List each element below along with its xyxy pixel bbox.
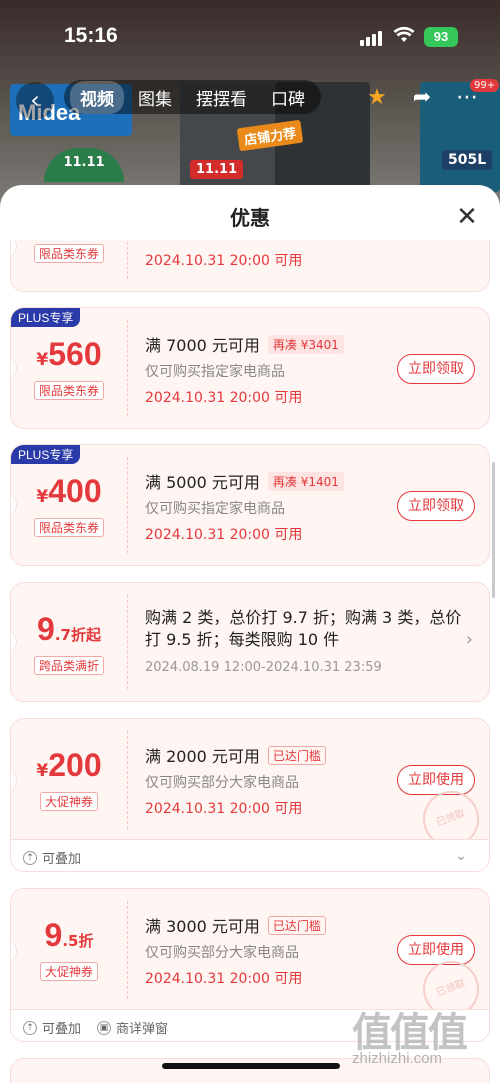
coupon-date: 2024.10.31 20:00 可用 [145, 801, 303, 817]
coupon-tag: 再凑 ¥1401 [267, 471, 344, 491]
coupon-card: PLUS专享 ¥560 限品类东券 满 7000 元可用 再凑 ¥3401 仅可购… [10, 307, 490, 429]
threshold-reached-tag: 已达门槛 [267, 915, 326, 935]
chevron-down-icon[interactable]: ⌄ [455, 848, 467, 864]
coupon-date: 2024.10.31 20:00 可用 [145, 527, 303, 543]
discount-rate: 9.7折起 [37, 611, 101, 647]
chevron-right-icon: › [465, 629, 473, 650]
share-icon[interactable]: ➦ [407, 83, 437, 113]
coupon-title: 满 3000 元可用 已达门槛 [145, 913, 326, 937]
coupon-card: 限品类东券 2024.10.31 20:00 可用 [10, 240, 490, 292]
popup-label: ▣ 商详弹窗 [97, 1018, 168, 1037]
coupon-tag: 再凑 ¥3401 [267, 334, 344, 354]
discount-rate: 9.5折 [44, 917, 94, 953]
coupon-footer: ⇡ 可叠加 ⌄ [11, 839, 489, 871]
coupon-type: 大促神券 [11, 791, 127, 811]
coupon-desc: 仅可购买部分大家电商品 [145, 775, 299, 791]
plus-badge: PLUS专享 [11, 308, 81, 327]
double-eleven-tag: 11.11 [190, 160, 244, 179]
cellular-signal-icon [360, 31, 382, 46]
coupon-type: 大促神券 [11, 961, 127, 981]
threshold-reached-tag: 已达门槛 [267, 745, 326, 765]
coupon-desc: 仅可购买指定家电商品 [145, 501, 285, 517]
message-badge: 99+ [470, 79, 500, 92]
coupon-date: 2024.10.31 20:00 可用 [145, 390, 303, 406]
use-button[interactable]: 立即使用 [397, 935, 475, 965]
close-icon[interactable]: ✕ [452, 203, 482, 233]
status-bar: 15:16 93 [0, 0, 500, 76]
plus-badge: PLUS专享 [11, 445, 81, 464]
wifi-icon [393, 26, 415, 42]
coupon-card: ¥200 大促神券 满 2000 元可用 已达门槛 仅可购买部分大家电商品 202… [10, 718, 490, 872]
coupon-type: 限品类东券 [11, 380, 127, 400]
stackable-label: ⇡ 可叠加 [23, 1018, 81, 1037]
coupon-title: 满 5000 元可用 再凑 ¥1401 [145, 469, 344, 493]
favorite-star-icon[interactable]: ★ [362, 83, 392, 113]
coupon-type: 限品类东券 [11, 243, 127, 263]
card-divider [127, 901, 128, 999]
coupon-desc: 仅可购买指定家电商品 [145, 364, 285, 380]
watermark-site: zhizhizhi.com [352, 1050, 443, 1067]
coupon-date: 2024.10.31 20:00 可用 [145, 971, 303, 987]
stackable-label: ⇡ 可叠加 [23, 848, 81, 867]
popup-icon: ▣ [97, 1020, 112, 1035]
coupon-desc: 仅可购买部分大家电商品 [145, 945, 299, 961]
use-button[interactable]: 立即使用 [397, 765, 475, 795]
coupon-title: 满 7000 元可用 再凑 ¥3401 [145, 332, 344, 356]
coupon-list[interactable]: 限品类东券 2024.10.31 20:00 可用 PLUS专享 ¥560 限品… [0, 240, 500, 1083]
coupon-amount: ¥400 [36, 473, 102, 509]
battery-icon: 93 [424, 27, 458, 47]
card-divider [127, 240, 128, 279]
discount-rules: 购满 2 类，总价打 9.7 折；购满 3 类，总价打 9.5 折；每类限购 1… [145, 608, 462, 649]
status-time: 15:16 [64, 24, 118, 47]
sheet-title: 优惠 [230, 206, 270, 230]
coupon-type: 限品类东券 [11, 517, 127, 537]
coupon-type: 跨品类满折 [11, 655, 127, 675]
tab-reviews[interactable]: 口碑 [261, 81, 315, 114]
coupon-amount: ¥200 [36, 747, 102, 783]
coupon-title: 满 2000 元可用 已达门槛 [145, 743, 326, 767]
coupon-amount: ¥560 [36, 336, 102, 372]
tab-video[interactable]: 视频 [70, 80, 124, 114]
stackable-icon: ⇡ [23, 850, 37, 865]
back-icon[interactable]: ‹ [16, 82, 54, 120]
tab-gallery[interactable]: 图集 [128, 81, 182, 114]
claim-button[interactable]: 立即领取 [397, 491, 475, 521]
home-indicator[interactable] [162, 1063, 340, 1069]
coupon-date: 2024.08.19 12:00-2024.10.31 23:59 [145, 660, 382, 675]
scrollbar[interactable] [492, 462, 495, 598]
capacity-tag: 505L [442, 150, 493, 170]
stackable-icon: ⇡ [23, 1020, 37, 1035]
card-divider [127, 595, 128, 689]
media-tabs: 视频 图集 摆摆看 口碑 [64, 80, 321, 114]
claim-button[interactable]: 立即领取 [397, 354, 475, 384]
discount-sheet: 优惠 ✕ 限品类东券 2024.10.31 20:00 可用 PLUS专享 ¥5… [0, 185, 500, 1083]
coupon-card: PLUS专享 ¥400 限品类东券 满 5000 元可用 再凑 ¥1401 仅可购… [10, 444, 490, 566]
promo-arch-sign: 11.11 [44, 148, 124, 182]
coupon-date: 2024.10.31 20:00 可用 [145, 253, 303, 269]
card-divider [127, 457, 128, 553]
tab-placement[interactable]: 摆摆看 [186, 81, 257, 114]
card-divider [127, 320, 128, 416]
card-divider [127, 731, 128, 829]
cross-category-discount-card[interactable]: 9.7折起 跨品类满折 购满 2 类，总价打 9.7 折；购满 3 类，总价打 … [10, 582, 490, 702]
